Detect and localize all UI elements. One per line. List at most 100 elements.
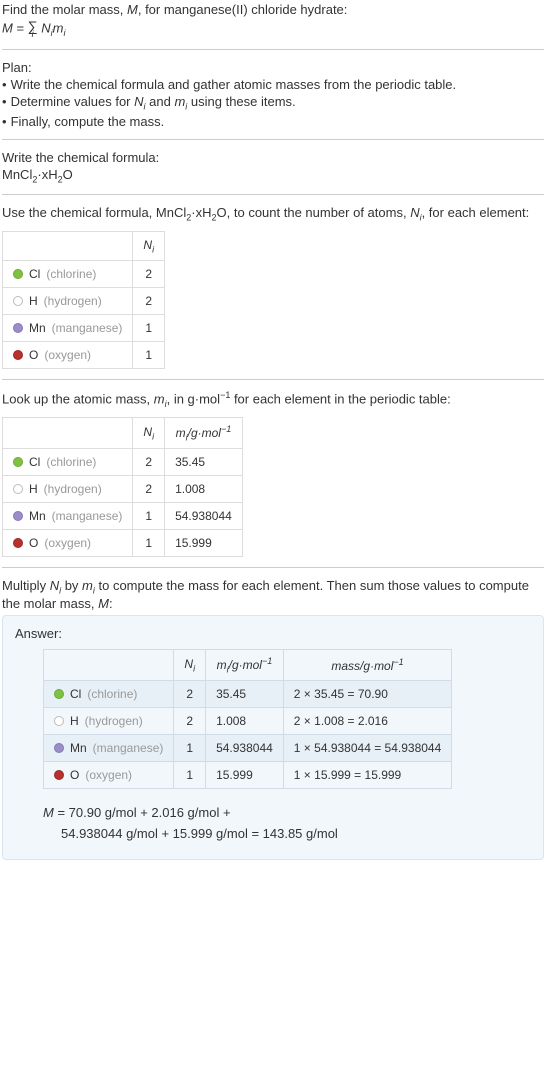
mass-expr: 1 × 15.999 = 15.999 xyxy=(283,762,451,789)
mi-header: mi/g·mol−1 xyxy=(206,650,284,681)
molar-mass-equation: M = ∑i Nimi xyxy=(2,19,544,39)
table-row: H (hydrogen)21.0082 × 1.008 = 2.016 xyxy=(44,708,452,735)
eq-N: N xyxy=(41,20,50,35)
element-color-icon xyxy=(13,296,23,306)
table-header-row: Ni xyxy=(3,231,165,260)
element-color-icon xyxy=(54,689,64,699)
element-symbol: O xyxy=(29,348,38,362)
m-value: 54.938044 xyxy=(206,735,284,762)
table-row: H (hydrogen)21.008 xyxy=(3,476,243,503)
element-cell: O (oxygen) xyxy=(44,762,174,789)
element-cell: Mn (manganese) xyxy=(3,503,133,530)
N-value: 1 xyxy=(133,503,165,530)
element-symbol: Cl xyxy=(29,455,40,469)
element-cell: Cl (chlorine) xyxy=(44,681,174,708)
plan-title: Plan: xyxy=(2,60,544,75)
element-name: (oxygen) xyxy=(44,348,91,362)
table-row: O (oxygen)115.9991 × 15.999 = 15.999 xyxy=(44,762,452,789)
m-value: 54.938044 xyxy=(165,503,243,530)
mass-header: mass/g·mol−1 xyxy=(283,650,451,681)
table-row: H (hydrogen)2 xyxy=(3,288,165,315)
empty-header xyxy=(3,231,133,260)
element-symbol: Mn xyxy=(29,321,46,335)
element-cell: Mn (manganese) xyxy=(3,315,133,342)
element-color-icon xyxy=(54,743,64,753)
table-row: Mn (manganese)1 xyxy=(3,315,165,342)
element-symbol: Cl xyxy=(29,267,40,281)
eq-m-sub: i xyxy=(64,28,66,38)
answer-box: Answer: Ni mi/g·mol−1 mass/g·mol−1 Cl (c… xyxy=(2,615,544,860)
m-value: 1.008 xyxy=(165,476,243,503)
element-symbol: O xyxy=(70,768,79,782)
count-atoms-text: Use the chemical formula, MnCl2·xH2O, to… xyxy=(2,205,544,223)
element-symbol: H xyxy=(70,714,79,728)
divider xyxy=(2,379,544,380)
plan-text-1: Write the chemical formula and gather at… xyxy=(11,77,544,92)
element-cell: Cl (chlorine) xyxy=(3,261,133,288)
element-color-icon xyxy=(13,350,23,360)
plan-text-3: Finally, compute the mass. xyxy=(11,114,544,129)
element-symbol: Cl xyxy=(70,687,81,701)
element-color-icon xyxy=(54,770,64,780)
atomic-mass-table: Ni mi/g·mol−1 Cl (chlorine)235.45H (hydr… xyxy=(2,417,243,557)
answer-content: Ni mi/g·mol−1 mass/g·mol−1 Cl (chlorine)… xyxy=(15,649,531,845)
element-name: (hydrogen) xyxy=(44,294,102,308)
write-formula-section: Write the chemical formula: MnCl2·xH2O xyxy=(2,150,544,185)
element-color-icon xyxy=(13,484,23,494)
mass-expr: 2 × 1.008 = 2.016 xyxy=(283,708,451,735)
m-value: 35.45 xyxy=(206,681,284,708)
empty-header xyxy=(44,650,174,681)
m-value: 15.999 xyxy=(206,762,284,789)
final-line1: M = 70.90 g/mol + 2.016 g/mol + xyxy=(43,803,531,824)
table-row: Cl (chlorine)235.45 xyxy=(3,449,243,476)
element-name: (chlorine) xyxy=(87,687,137,701)
N-value: 1 xyxy=(174,735,206,762)
intro-section: Find the molar mass, M, for manganese(II… xyxy=(2,2,544,39)
multiply-section: Multiply Ni by mi to compute the mass fo… xyxy=(2,578,544,860)
element-name: (oxygen) xyxy=(44,536,91,550)
N-value: 2 xyxy=(133,476,165,503)
intro-text: Find the molar mass, M, for manganese(II… xyxy=(2,2,544,17)
element-name: (oxygen) xyxy=(85,768,132,782)
eq-equals: = xyxy=(13,20,28,35)
divider xyxy=(2,49,544,50)
mi-header: mi/g·mol−1 xyxy=(165,418,243,449)
lookup-mass-text: Look up the atomic mass, mi, in g·mol−1 … xyxy=(2,390,544,409)
Ni-header: Ni xyxy=(133,231,165,260)
mass-expr: 1 × 54.938044 = 54.938044 xyxy=(283,735,451,762)
intro-pre: Find the molar mass, xyxy=(2,2,127,17)
element-cell: Cl (chlorine) xyxy=(3,449,133,476)
element-color-icon xyxy=(13,538,23,548)
element-name: (chlorine) xyxy=(46,455,96,469)
table-row: Mn (manganese)154.9380441 × 54.938044 = … xyxy=(44,735,452,762)
table-row: O (oxygen) 1 xyxy=(3,342,165,369)
table-row: Cl (chlorine)2 xyxy=(3,261,165,288)
N-value: 2 xyxy=(174,708,206,735)
divider xyxy=(2,567,544,568)
answer-table: Ni mi/g·mol−1 mass/g·mol−1 Cl (chlorine)… xyxy=(43,649,452,789)
bullet-icon: • xyxy=(2,114,7,129)
N-value: 2 xyxy=(133,449,165,476)
element-cell: O (oxygen) xyxy=(3,530,133,557)
multiply-text: Multiply Ni by mi to compute the mass fo… xyxy=(2,578,544,611)
intro-post: , for manganese(II) chloride hydrate: xyxy=(138,2,348,17)
element-name: (manganese) xyxy=(52,509,123,523)
element-cell: H (hydrogen) xyxy=(3,476,133,503)
table-row: Mn (manganese)154.938044 xyxy=(3,503,243,530)
divider xyxy=(2,139,544,140)
intro-M: M xyxy=(127,2,138,17)
element-color-icon xyxy=(13,457,23,467)
table-row: Cl (chlorine)235.452 × 35.45 = 70.90 xyxy=(44,681,452,708)
element-cell: Mn (manganese) xyxy=(44,735,174,762)
Ni-header: Ni xyxy=(174,650,206,681)
element-symbol: H xyxy=(29,294,38,308)
element-name: (manganese) xyxy=(52,321,123,335)
element-name: (manganese) xyxy=(93,741,164,755)
plan-text-2: Determine values for Ni and mi using the… xyxy=(11,94,544,112)
sigma-icon: ∑i xyxy=(28,19,38,39)
final-equation: M = 70.90 g/mol + 2.016 g/mol + 54.93804… xyxy=(43,803,531,845)
element-symbol: Mn xyxy=(70,741,87,755)
element-name: (chlorine) xyxy=(46,267,96,281)
N-value: 1 xyxy=(133,342,165,369)
m-value: 1.008 xyxy=(206,708,284,735)
